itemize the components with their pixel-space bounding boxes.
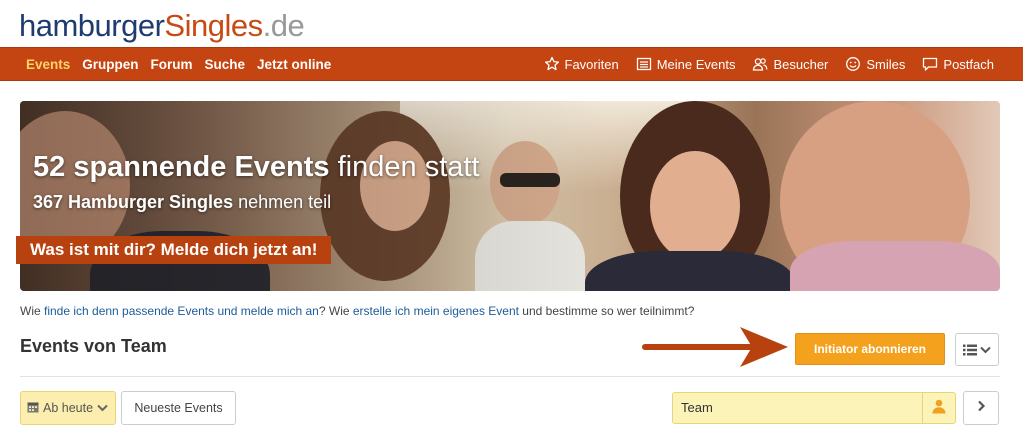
nav-smiles-label: Smiles bbox=[866, 56, 906, 72]
newest-events-button[interactable]: Neueste Events bbox=[121, 391, 236, 425]
hero-headline-rest: finden statt bbox=[329, 151, 480, 183]
section-divider bbox=[20, 376, 1000, 377]
logo-part-domain: .de bbox=[262, 8, 305, 43]
nav-favoriten[interactable]: Favoriten bbox=[544, 56, 619, 72]
calendar-icon bbox=[27, 401, 39, 416]
mailbox-icon bbox=[922, 56, 938, 72]
nav-postfach[interactable]: Postfach bbox=[922, 56, 994, 72]
help-link-create-event[interactable]: erstelle ich mein eigenes Event bbox=[353, 304, 519, 318]
visitors-icon bbox=[752, 56, 768, 72]
person-filter-button[interactable] bbox=[922, 392, 956, 424]
chevron-down-icon bbox=[97, 401, 108, 415]
chevron-right-icon bbox=[977, 399, 986, 417]
hero-event-count: 52 spannende Events bbox=[33, 151, 330, 183]
list-view-icon bbox=[963, 344, 977, 356]
help-text: Wie finde ich denn passende Events und m… bbox=[20, 304, 695, 318]
view-toggle-dropdown[interactable] bbox=[955, 333, 999, 366]
nav-jetzt-online[interactable]: Jetzt online bbox=[257, 57, 331, 72]
hero-headline: 52 spannende Events finden statt bbox=[33, 150, 480, 184]
nav-besucher[interactable]: Besucher bbox=[752, 56, 828, 72]
nav-postfach-label: Postfach bbox=[943, 56, 994, 72]
site-logo[interactable]: hamburgerSingles.de bbox=[19, 8, 305, 44]
nav-meine-events[interactable]: Meine Events bbox=[636, 56, 736, 72]
hero-subline: 367 Hamburger Singles nehmen teil bbox=[33, 191, 331, 213]
initiator-search-input[interactable]: Team bbox=[672, 392, 922, 424]
star-icon bbox=[544, 56, 560, 72]
date-filter-dropdown[interactable]: Ab heute bbox=[20, 391, 116, 425]
nav-gruppen[interactable]: Gruppen bbox=[82, 57, 138, 72]
nav-events[interactable]: Events bbox=[26, 57, 70, 72]
subscribe-initiator-button[interactable]: Initiator abonnieren bbox=[795, 333, 945, 365]
nav-forum[interactable]: Forum bbox=[151, 57, 193, 72]
nav-right: Favoriten Meine Events Besucher Smiles P… bbox=[544, 48, 994, 80]
nav-besucher-label: Besucher bbox=[773, 56, 829, 72]
nav-smiles[interactable]: Smiles bbox=[845, 56, 905, 72]
help-link-find-events[interactable]: finde ich denn passende Events und melde… bbox=[44, 304, 319, 318]
nav-suche[interactable]: Suche bbox=[205, 57, 246, 72]
next-button[interactable] bbox=[963, 391, 999, 425]
nav-meine-events-label: Meine Events bbox=[656, 56, 736, 72]
logo-part-hamburger: hamburger bbox=[19, 8, 165, 43]
signup-cta-banner[interactable]: Was ist mit dir? Melde dich jetzt an! bbox=[16, 236, 332, 264]
chevron-down-icon bbox=[980, 346, 991, 354]
pointer-arrow-icon bbox=[642, 327, 788, 367]
nav-left: Events Gruppen Forum Suche Jetzt online bbox=[26, 48, 331, 80]
page-title: Events von Team bbox=[20, 336, 167, 356]
nav-favoriten-label: Favoriten bbox=[564, 56, 619, 72]
list-icon bbox=[636, 56, 652, 72]
hero-subline-rest: nehmen teil bbox=[233, 192, 332, 212]
date-filter-label: Ab heute bbox=[43, 401, 94, 415]
logo-part-singles: Singles bbox=[164, 8, 263, 43]
person-icon bbox=[931, 398, 947, 419]
smile-icon bbox=[845, 56, 861, 72]
main-navbar: Events Gruppen Forum Suche Jetzt online … bbox=[0, 47, 1023, 81]
hero-singles-count: 367 Hamburger Singles bbox=[33, 192, 234, 212]
